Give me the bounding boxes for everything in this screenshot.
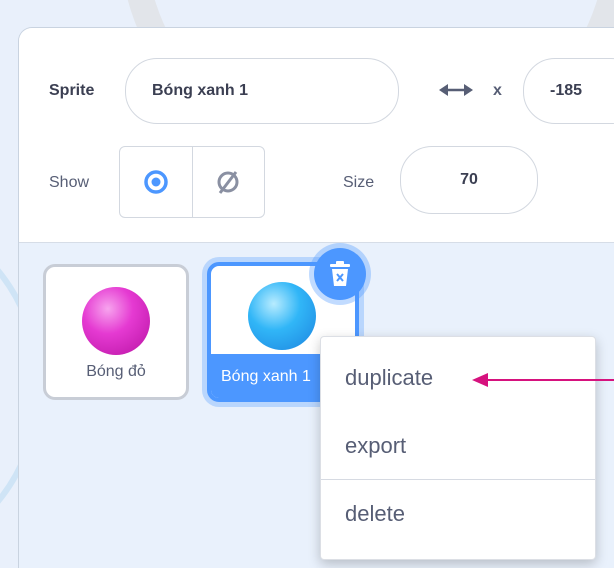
eye-slash-icon	[217, 171, 239, 194]
show-hidden-button[interactable]	[191, 147, 265, 217]
horizontal-arrows-icon	[439, 84, 473, 96]
x-label: x	[493, 82, 502, 99]
size-input[interactable]: 70	[400, 146, 538, 214]
sprite-label: Sprite	[49, 82, 95, 99]
trash-icon	[330, 261, 350, 286]
stage: Sprite Bóng xanh 1 x -185 Show Size 70 B…	[0, 0, 614, 568]
size-label: Size	[343, 174, 375, 191]
eye-icon	[144, 170, 168, 194]
show-label: Show	[49, 174, 90, 191]
blue-ball-thumbnail	[248, 282, 316, 350]
x-position-input[interactable]: -185	[523, 58, 614, 124]
delete-sprite-button[interactable]	[314, 248, 366, 300]
sprite-tile-bong-do[interactable]: Bóng đỏ	[43, 264, 189, 400]
sprite-name-input[interactable]: Bóng xanh 1	[125, 58, 399, 124]
menu-item-delete[interactable]: delete	[345, 501, 405, 527]
sprite-info-panel: Sprite Bóng xanh 1 x -185 Show Size 70	[19, 28, 614, 243]
red-ball-thumbnail	[82, 287, 150, 355]
show-visible-button[interactable]	[120, 147, 192, 217]
sprite-tile-label: Bóng đỏ	[86, 363, 146, 380]
menu-item-export[interactable]: export	[345, 433, 406, 459]
menu-item-duplicate[interactable]: duplicate	[345, 365, 433, 391]
menu-divider	[321, 479, 595, 480]
show-toggle-group	[119, 146, 265, 218]
annotation-arrow-icon	[472, 373, 614, 387]
